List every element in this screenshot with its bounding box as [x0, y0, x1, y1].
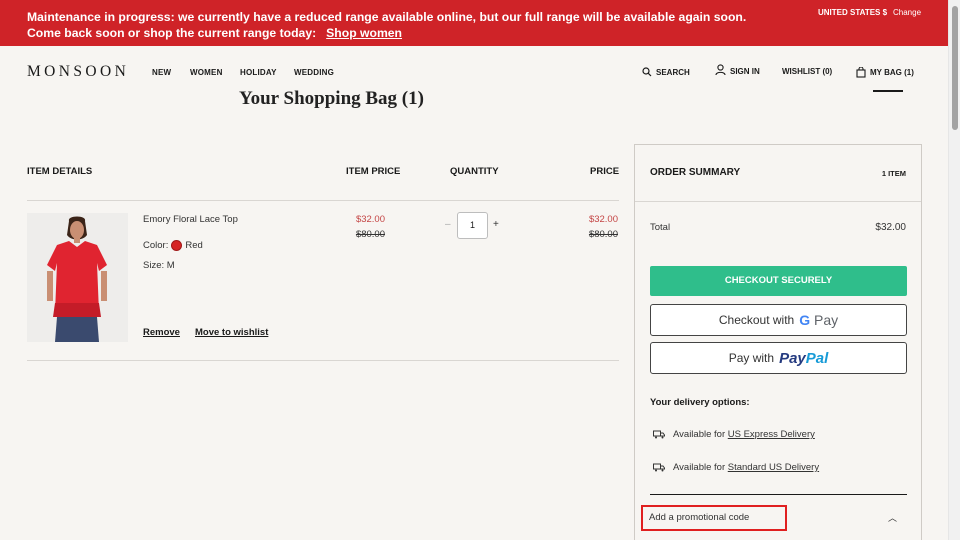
monsoon-logo[interactable]: MONSOON: [27, 63, 129, 81]
country-currency: UNITED STATES $: [818, 8, 888, 17]
banner-line-2-text: Come back soon or shop the current range…: [27, 26, 317, 40]
nav-holiday[interactable]: HOLIDAY: [240, 68, 277, 77]
wishlist-label: WISHLIST (0): [782, 67, 833, 76]
page-title: Your Shopping Bag (1): [239, 88, 424, 109]
color-value: Red: [185, 240, 203, 251]
total-value: $32.00: [875, 222, 906, 233]
product-photo: [27, 213, 128, 342]
order-item-count: 1 ITEM: [881, 169, 906, 178]
bag-active-underline: [873, 90, 903, 92]
search-label: SEARCH: [656, 67, 690, 77]
my-bag-button[interactable]: MY BAG (1): [856, 67, 914, 78]
header-divider: [27, 200, 619, 201]
google-g-icon: G: [799, 312, 811, 328]
paypal-logo: PayPal: [779, 350, 828, 367]
header-item-details: ITEM DETAILS: [27, 166, 93, 177]
nav-new[interactable]: NEW: [152, 68, 171, 77]
delivery-option-standard: Available for Standard US Delivery: [653, 462, 819, 473]
search-button[interactable]: SEARCH: [642, 67, 690, 77]
checkout-securely-button[interactable]: CHECKOUT SECURELY: [650, 266, 907, 296]
truck-icon: [653, 463, 665, 472]
product-size: Size: M: [143, 260, 175, 271]
search-icon: [642, 67, 652, 77]
delivery-standard-prefix: Available for: [673, 462, 726, 473]
product-name[interactable]: Emory Floral Lace Top: [143, 214, 238, 225]
banner-message: Maintenance in progress: we currently ha…: [27, 9, 747, 41]
line-total-sale: $32.00: [588, 214, 618, 225]
total-label: Total: [650, 222, 671, 233]
promo-divider: [650, 494, 907, 495]
item-price-sale: $32.00: [355, 214, 385, 225]
banner-line-1: Maintenance in progress: we currently ha…: [27, 10, 747, 24]
change-country-link[interactable]: Change: [893, 8, 921, 17]
summary-divider: [635, 201, 921, 202]
header-item-price: ITEM PRICE: [346, 166, 401, 177]
sign-in-label: SIGN IN: [730, 67, 760, 76]
wishlist-button[interactable]: WISHLIST (0): [782, 67, 832, 76]
item-divider: [27, 360, 619, 361]
line-total-original: $80.00: [588, 229, 618, 240]
google-pay-logo: G Pay: [799, 312, 838, 328]
delivery-option-express: Available for US Express Delivery: [653, 429, 815, 440]
nav-wedding[interactable]: WEDDING: [294, 68, 334, 77]
bag-icon: [856, 67, 866, 78]
chevron-up-icon[interactable]: ︿: [888, 511, 897, 524]
gpay-prefix: Checkout with: [718, 313, 795, 327]
order-summary-panel: ORDER SUMMARY 1 ITEM Total $32.00 CHECKO…: [634, 144, 922, 540]
sign-in-button[interactable]: SIGN IN: [715, 64, 760, 76]
google-pay-button[interactable]: Checkout with G Pay: [650, 304, 907, 336]
banner-line-2: Come back soon or shop the current range…: [27, 25, 727, 41]
standard-us-delivery-link[interactable]: Standard US Delivery: [728, 462, 819, 473]
quantity-decrease-button[interactable]: –: [445, 219, 451, 230]
paypal-brand-2: Pal: [805, 349, 829, 367]
item-price-original: $80.00: [355, 229, 385, 240]
my-bag-label: MY BAG (1): [870, 68, 914, 77]
header-price: PRICE: [590, 166, 620, 177]
color-label: Color:: [143, 240, 169, 251]
add-promo-code-toggle[interactable]: Add a promotional code: [649, 512, 749, 523]
color-swatch: [171, 240, 183, 251]
delivery-express-prefix: Available for: [673, 429, 726, 440]
remove-button[interactable]: Remove: [143, 327, 180, 338]
us-express-delivery-link[interactable]: US Express Delivery: [728, 429, 815, 440]
shop-women-link[interactable]: Shop women: [326, 26, 402, 40]
quantity-input[interactable]: 1: [457, 212, 488, 239]
product-image[interactable]: [27, 213, 128, 342]
delivery-options-title: Your delivery options:: [650, 397, 750, 408]
paypal-brand-1: Pay: [779, 349, 806, 367]
user-icon: [715, 64, 726, 76]
move-to-wishlist-button[interactable]: Move to wishlist: [195, 327, 268, 338]
page-scrollbar[interactable]: [948, 0, 960, 540]
gpay-brand: Pay: [814, 312, 839, 328]
quantity-increase-button[interactable]: +: [493, 219, 499, 230]
maintenance-banner: Maintenance in progress: we currently ha…: [0, 0, 948, 46]
product-color: Color: Red: [143, 240, 203, 251]
paypal-prefix: Pay with: [728, 351, 775, 365]
truck-icon: [653, 430, 665, 439]
order-summary-title: ORDER SUMMARY: [650, 167, 741, 178]
paypal-button[interactable]: Pay with PayPal: [650, 342, 907, 374]
header-quantity: QUANTITY: [450, 166, 499, 177]
nav-women[interactable]: WOMEN: [190, 68, 223, 77]
scrollbar-thumb[interactable]: [952, 6, 958, 130]
